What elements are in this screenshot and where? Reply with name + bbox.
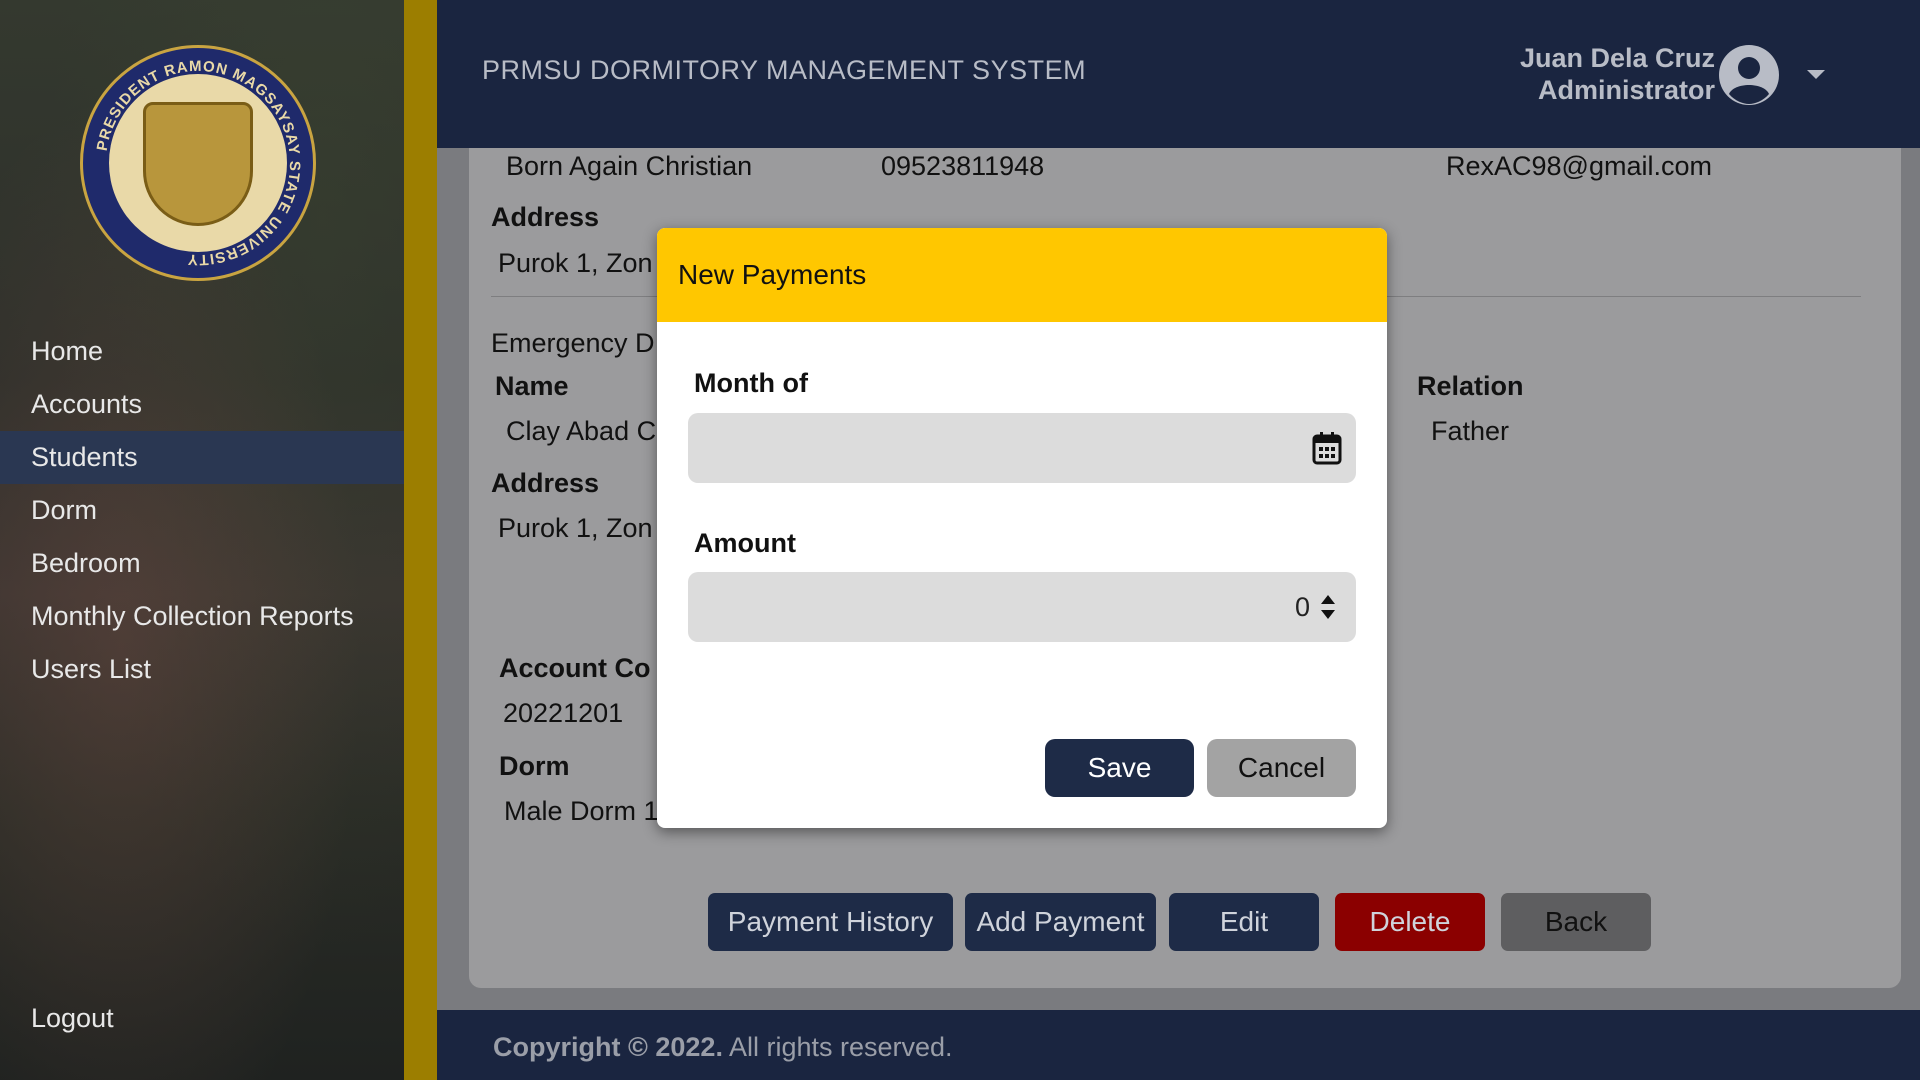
edit-button[interactable]: Edit — [1169, 893, 1319, 951]
sidebar-item-bedroom[interactable]: Bedroom — [0, 537, 404, 590]
user-info[interactable]: Juan Dela Cruz Administrator — [1520, 42, 1715, 106]
emergency-section-title: Emergency D — [491, 328, 655, 358]
emergency-address-label: Address — [491, 468, 600, 498]
month-of-label: Month of — [694, 368, 808, 398]
amount-label: Amount — [694, 528, 796, 558]
modal-title: New Payments — [678, 259, 867, 290]
address-label: Address — [491, 202, 600, 232]
email-value: RexAC98@gmail.com — [1446, 151, 1712, 181]
payment-history-button[interactable]: Payment History — [708, 893, 953, 951]
sidebar-item-home[interactable]: Home — [0, 325, 404, 378]
phone-value: 09523811948 — [881, 151, 1045, 181]
month-of-input[interactable] — [688, 413, 1356, 483]
address-value: Purok 1, Zon — [498, 248, 653, 278]
amount-value: 0 — [1294, 592, 1310, 622]
sidebar-item-accounts[interactable]: Accounts — [0, 378, 404, 431]
rights-text: All rights reserved. — [722, 1032, 953, 1062]
sidebar-item-dorm[interactable]: Dorm — [0, 484, 404, 537]
footer: Copyright © 2022. All rights reserved. — [437, 1010, 1920, 1080]
copyright-text: Copyright © 2022. All rights reserved. — [493, 1032, 953, 1063]
religion-value: Born Again Christian — [506, 151, 753, 181]
calendar-icon[interactable] — [1312, 431, 1342, 465]
university-logo: PRESIDENT RAMON MAGSAYSAY STATE UNIVERSI… — [80, 45, 316, 281]
modal-header: New Payments — [657, 228, 1387, 322]
app-title: PRMSU DORMITORY MANAGEMENT SYSTEM — [482, 55, 1087, 85]
sidebar-item-monthly-collection-reports[interactable]: Monthly Collection Reports — [0, 590, 404, 643]
sidebar-nav: Home Accounts Students Dorm Bedroom Mont… — [0, 325, 404, 696]
account-code-label: Account Co — [499, 653, 651, 683]
dorm-label: Dorm — [499, 751, 570, 781]
sidebar: PRESIDENT RAMON MAGSAYSAY STATE UNIVERSI… — [0, 0, 404, 1080]
number-spinner-icon[interactable] — [1320, 594, 1336, 620]
logout-link[interactable]: Logout — [31, 1003, 114, 1034]
user-name: Juan Dela Cruz — [1519, 43, 1715, 73]
back-button[interactable]: Back — [1501, 893, 1651, 951]
save-button[interactable]: Save — [1045, 739, 1194, 797]
user-role: Administrator — [1537, 75, 1715, 105]
sidebar-accent-stripe — [404, 0, 437, 1080]
relation-label: Relation — [1417, 371, 1524, 401]
sidebar-item-users-list[interactable]: Users List — [0, 643, 404, 696]
copyright-year: Copyright © 2022. — [493, 1032, 723, 1062]
chevron-down-icon[interactable] — [1807, 70, 1825, 79]
emergency-name-label: Name — [495, 371, 569, 401]
sidebar-item-students[interactable]: Students — [0, 431, 404, 484]
add-payment-button[interactable]: Add Payment — [965, 893, 1156, 951]
new-payment-modal: New Payments Month of Amount 0 Save Canc… — [657, 228, 1387, 828]
top-header: PRMSU DORMITORY MANAGEMENT SYSTEM Juan D… — [437, 0, 1920, 148]
emergency-address-value: Purok 1, Zon — [498, 513, 653, 543]
dorm-value: Male Dorm 1 — [504, 796, 659, 826]
amount-input[interactable]: 0 — [688, 572, 1356, 642]
account-code-value: 20221201 — [503, 698, 624, 728]
emergency-name-value: Clay Abad C — [506, 416, 657, 446]
cancel-button[interactable]: Cancel — [1207, 739, 1356, 797]
relation-value: Father — [1431, 416, 1510, 446]
delete-button[interactable]: Delete — [1335, 893, 1485, 951]
user-avatar-icon[interactable] — [1718, 44, 1780, 106]
